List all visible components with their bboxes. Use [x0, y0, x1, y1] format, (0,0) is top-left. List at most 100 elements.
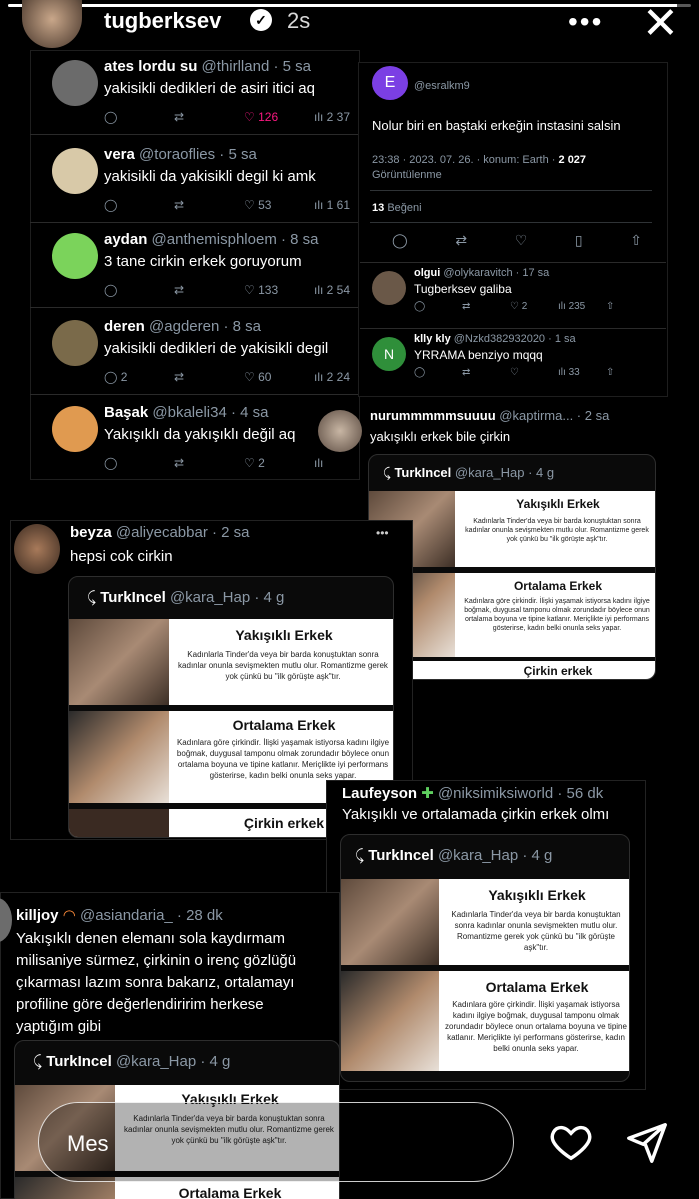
- slot-body: Kadınlarla Tinder'da veya bir barda konu…: [178, 650, 388, 681]
- like-story-icon[interactable]: [548, 1118, 594, 1164]
- story-username[interactable]: tugberksev: [104, 8, 221, 34]
- retweet-icon[interactable]: ⇄: [174, 370, 244, 384]
- retweet-icon[interactable]: ⇄: [462, 301, 510, 312]
- action-count: 60: [258, 370, 272, 384]
- reply-icon[interactable]: ◯: [104, 456, 174, 470]
- tweet-handle: @kaptirma... · 2 sa: [499, 408, 610, 423]
- tweet-author: ates lordu su: [104, 58, 198, 75]
- tweet-avatar: N: [372, 337, 406, 371]
- bookmark-icon[interactable]: ▯: [575, 232, 583, 249]
- quote-card: ⤹ TurkIncel @kara_Hap · 4 g Yakışıklı Er…: [340, 834, 630, 1082]
- tweet-text: yakışıklı erkek bile çirkin: [370, 429, 511, 444]
- slot-title: Ortalama Erkek: [178, 1185, 282, 1199]
- tweet-text: yakisikli da yakisikli degil ki amk: [104, 168, 316, 185]
- tweet-header: olgui @olykaravitch · 17 sa: [414, 267, 549, 279]
- tweet-author: vera: [104, 146, 135, 163]
- tweet-item[interactable]: aydan @anthemisphloem · 8 sa 3 tane cirki…: [30, 225, 360, 305]
- reply-icon[interactable]: ◯: [104, 283, 174, 297]
- tweet-text: Yakışıklı denen elemanı sola kaydırmam m…: [16, 928, 296, 1038]
- avatar[interactable]: [22, 0, 82, 48]
- send-message-input[interactable]: Mes: [38, 1102, 514, 1182]
- retweet-icon[interactable]: ⇄: [174, 456, 244, 470]
- tweet-handle: @esralkm9: [414, 80, 470, 92]
- like-icon[interactable]: ♡: [510, 367, 558, 378]
- action-count: 2 37: [326, 110, 351, 124]
- retweet-icon[interactable]: ⇄: [174, 110, 244, 124]
- retweet-icon[interactable]: ⇄: [174, 198, 244, 212]
- tweet-avatar: [52, 320, 98, 366]
- puzzle-icon: ✚: [421, 785, 434, 802]
- quote-handle: @kara_Hap · 4 g: [454, 465, 555, 480]
- reply-icon[interactable]: ◯: [414, 367, 462, 378]
- tweet-actions: ◯ ⇄ ♡ 126 ılı 2 37: [104, 110, 384, 124]
- like-icon[interactable]: ♡ 133: [244, 283, 314, 297]
- tweet-author: Başak: [104, 404, 149, 421]
- action-count: 235: [568, 301, 586, 312]
- quote-handle: @kara_Hap · 4 g: [437, 847, 553, 864]
- tweet-actions: ◯ 2 ⇄ ♡ 60 ılı 2 24: [104, 370, 384, 384]
- meme-slot-average: Ortalama Erkek Kadınlara göre çirkindir.…: [341, 971, 629, 1071]
- tweet-handle: @aliyecabbar · 2 sa: [115, 524, 250, 541]
- share-icon[interactable]: ⇧: [606, 367, 654, 378]
- action-count: 2 54: [326, 283, 351, 297]
- like-icon[interactable]: ♡ 53: [244, 198, 314, 212]
- tweet-handle: @olykaravitch · 17 sa: [443, 267, 550, 279]
- tweet-header: vera @toraoflies · 5 sa: [104, 146, 257, 163]
- like-icon[interactable]: ♡ 2: [244, 456, 314, 470]
- tweet-divider: [370, 222, 652, 223]
- retweet-icon[interactable]: ⇄: [455, 232, 467, 249]
- tweet-actions: ◯ ⇄ ♡ 133 ılı 2 54: [104, 283, 384, 297]
- tweet-handle: @thirlland · 5 sa: [201, 58, 311, 75]
- reply-icon[interactable]: ◯: [104, 110, 174, 124]
- tweet-handle: @toraoflies · 5 sa: [139, 146, 257, 163]
- reply-icon[interactable]: ◯ 2: [104, 370, 174, 384]
- tweet-item[interactable]: Başak @bkaleli34 · 4 sa Yakışıklı da yakı…: [30, 398, 360, 478]
- like-icon[interactable]: ♡: [515, 232, 528, 249]
- photo-handsome: [69, 619, 169, 705]
- reply-icon[interactable]: ◯: [392, 232, 408, 249]
- views-icon[interactable]: ılı 33: [558, 367, 606, 378]
- send-icon[interactable]: [624, 1120, 670, 1166]
- tweet-header: Başak @bkaleli34 · 4 sa: [104, 404, 269, 421]
- more-options-icon[interactable]: •••: [376, 526, 389, 540]
- close-icon[interactable]: ✕: [642, 0, 679, 49]
- slot-body: Kadınlarla Tinder'da veya bir barda konu…: [465, 518, 649, 543]
- slot-title: Yakışıklı Erkek: [235, 627, 333, 643]
- tweet-avatar: [52, 406, 98, 452]
- reply-icon[interactable]: ◯: [104, 198, 174, 212]
- reply-item[interactable]: Nklly kly @Nzkd382932020 · 1 sa YRRAMA be…: [360, 328, 666, 388]
- tweet-separator: [30, 394, 360, 395]
- action-count: 126: [258, 110, 279, 124]
- action-count: 33: [568, 367, 580, 378]
- like-icon[interactable]: ♡ 2: [510, 301, 558, 312]
- reply-item[interactable]: olgui @olykaravitch · 17 sa Tugberksev ga…: [360, 262, 666, 322]
- share-icon[interactable]: ⇧: [606, 301, 654, 312]
- photo-average: [341, 971, 439, 1071]
- tweet-author: aydan: [104, 231, 148, 248]
- views-icon[interactable]: ılı 235: [558, 301, 606, 312]
- tweet-header: deren @agderen · 8 sa: [104, 318, 261, 335]
- tweet-action-bar: ◯ ⇄ ♡ ▯ ⇧: [392, 232, 642, 249]
- tweet-text: Nolur biri en baştaki erkeğin instasini …: [372, 118, 621, 133]
- tweet-author: Laufeyson: [342, 785, 418, 802]
- slot-body: Kadınlarla Tinder'da veya bir barda konu…: [451, 910, 621, 952]
- share-icon[interactable]: ⇧: [630, 232, 642, 249]
- like-icon[interactable]: ♡ 60: [244, 370, 314, 384]
- quote-author: TurkIncel: [100, 589, 166, 606]
- tweet-header: beyza @aliyecabbar · 2 sa: [70, 524, 250, 541]
- tweet-item[interactable]: vera @toraoflies · 5 sa yakisikli da yaki…: [30, 140, 360, 220]
- tweet-header: Laufeyson ✚ @niksimiksiworld · 56 dk: [342, 784, 603, 802]
- tweet-text: Yakışıklı ve ortalamada çirkin erkek olm…: [342, 806, 610, 823]
- quote-handle: @kara_Hap · 4 g: [169, 589, 285, 606]
- tweet-item[interactable]: deren @agderen · 8 sa yakisikli dedikleri…: [30, 312, 360, 392]
- likes-row: 13 Beğeni: [372, 202, 422, 214]
- more-options-icon[interactable]: •••: [568, 6, 603, 38]
- retweet-icon[interactable]: ⇄: [462, 367, 510, 378]
- retweet-icon[interactable]: ⇄: [174, 283, 244, 297]
- reply-icon[interactable]: ◯: [414, 301, 462, 312]
- tweet-handle: @niksimiksiworld · 56 dk: [437, 785, 604, 802]
- tweet-line: Yakışıklı denen elemanı sola kaydırmam: [16, 930, 286, 947]
- like-icon[interactable]: ♡ 126: [244, 110, 314, 124]
- tweet-item[interactable]: ates lordu su @thirlland · 5 sa yakisikli…: [30, 52, 360, 132]
- tweet-text: YRRAMA benziyo mqqq: [414, 348, 543, 362]
